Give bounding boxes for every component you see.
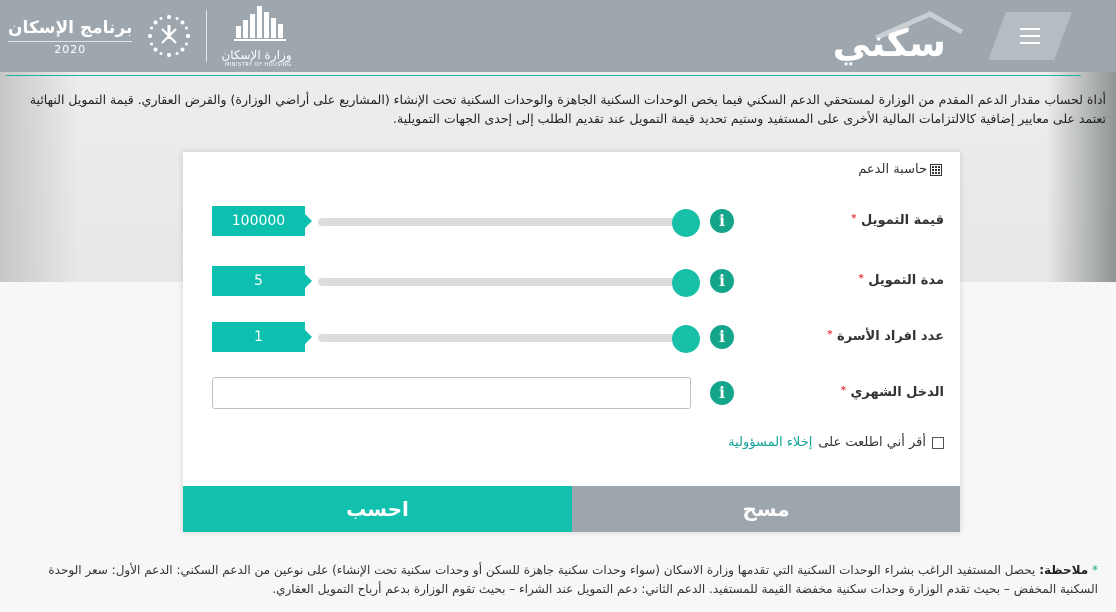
- calculate-button[interactable]: احسب: [183, 486, 572, 532]
- ministry-name-en: MINISTRY OF HOUSING: [225, 62, 292, 68]
- family-members-value: 1: [212, 322, 312, 352]
- finance-duration-label: مدة التمويل *: [858, 273, 944, 288]
- finance-amount-row: قيمة التمويل * i 100000: [183, 205, 960, 239]
- brand-name: سكني: [832, 21, 946, 65]
- family-members-label: عدد افراد الأسرة *: [827, 329, 944, 344]
- program-year: 2020: [8, 41, 133, 57]
- top-header: سكني وزارة الإسكان MINISTRY OF HOUSING ب…: [0, 0, 1116, 72]
- ministry-building-icon: [233, 6, 286, 41]
- program-emblem-icon: [148, 15, 191, 57]
- brand-logo[interactable]: سكني: [833, 6, 976, 66]
- ministry-name: وزارة الإسكان: [221, 48, 292, 62]
- header-accent-line: [6, 75, 1081, 76]
- slider-thumb[interactable]: [672, 269, 700, 297]
- monthly-income-input[interactable]: [212, 377, 691, 409]
- calculator-title: حاسبة الدعم: [858, 162, 942, 177]
- info-icon[interactable]: i: [710, 325, 734, 349]
- family-members-row: عدد افراد الأسرة * i 1: [183, 321, 960, 355]
- ministry-logo: وزارة الإسكان MINISTRY OF HOUSING: [221, 4, 292, 68]
- program-logo: برنامج الإسكان 2020: [8, 15, 133, 57]
- program-title: برنامج الإسكان: [8, 18, 133, 38]
- disclaimer-link[interactable]: إخلاء المسؤولية: [728, 435, 812, 450]
- finance-amount-value: 100000: [212, 206, 312, 236]
- logo-divider: [206, 10, 208, 62]
- partner-logos: وزارة الإسكان MINISTRY OF HOUSING برنامج…: [8, 4, 292, 68]
- finance-amount-slider[interactable]: [318, 209, 700, 237]
- hamburger-icon[interactable]: [997, 12, 1063, 60]
- note-body: يحصل المستفيد الراغب بشراء الوحدات السكن…: [48, 563, 1098, 596]
- finance-duration-row: مدة التمويل * i 5: [183, 265, 960, 299]
- clear-button[interactable]: مسح: [572, 486, 960, 532]
- consent-text: أقر أني اطلعت على: [818, 435, 926, 450]
- note-star: *: [1092, 563, 1098, 577]
- finance-amount-label: قيمة التمويل *: [851, 213, 944, 228]
- calculator-title-text: حاسبة الدعم: [858, 162, 927, 177]
- note-text: * ملاحظة: يحصل المستفيد الراغب بشراء الو…: [8, 561, 1098, 599]
- info-icon[interactable]: i: [710, 209, 734, 233]
- intro-text: أداة لحساب مقدار الدعم المقدم من الوزارة…: [29, 92, 1106, 126]
- monthly-income-label: الدخل الشهري *: [840, 385, 944, 400]
- consent-checkbox[interactable]: [932, 436, 944, 449]
- info-icon[interactable]: i: [710, 381, 734, 405]
- family-members-slider[interactable]: [318, 325, 700, 353]
- slider-thumb[interactable]: [672, 209, 700, 237]
- subsidy-calculator-card: حاسبة الدعم قيمة التمويل * i 100000 مدة …: [183, 152, 960, 532]
- calculator-icon: [930, 163, 942, 176]
- info-icon[interactable]: i: [710, 269, 734, 293]
- disclaimer-consent: أقر أني اطلعت على إخلاء المسؤولية: [728, 435, 944, 450]
- monthly-income-row: الدخل الشهري * i: [183, 377, 960, 411]
- menu-button[interactable]: [988, 12, 1072, 60]
- finance-duration-slider[interactable]: [318, 269, 700, 297]
- note-label: ملاحظة:: [1039, 563, 1089, 577]
- finance-duration-value: 5: [212, 266, 312, 296]
- slider-thumb[interactable]: [672, 325, 700, 353]
